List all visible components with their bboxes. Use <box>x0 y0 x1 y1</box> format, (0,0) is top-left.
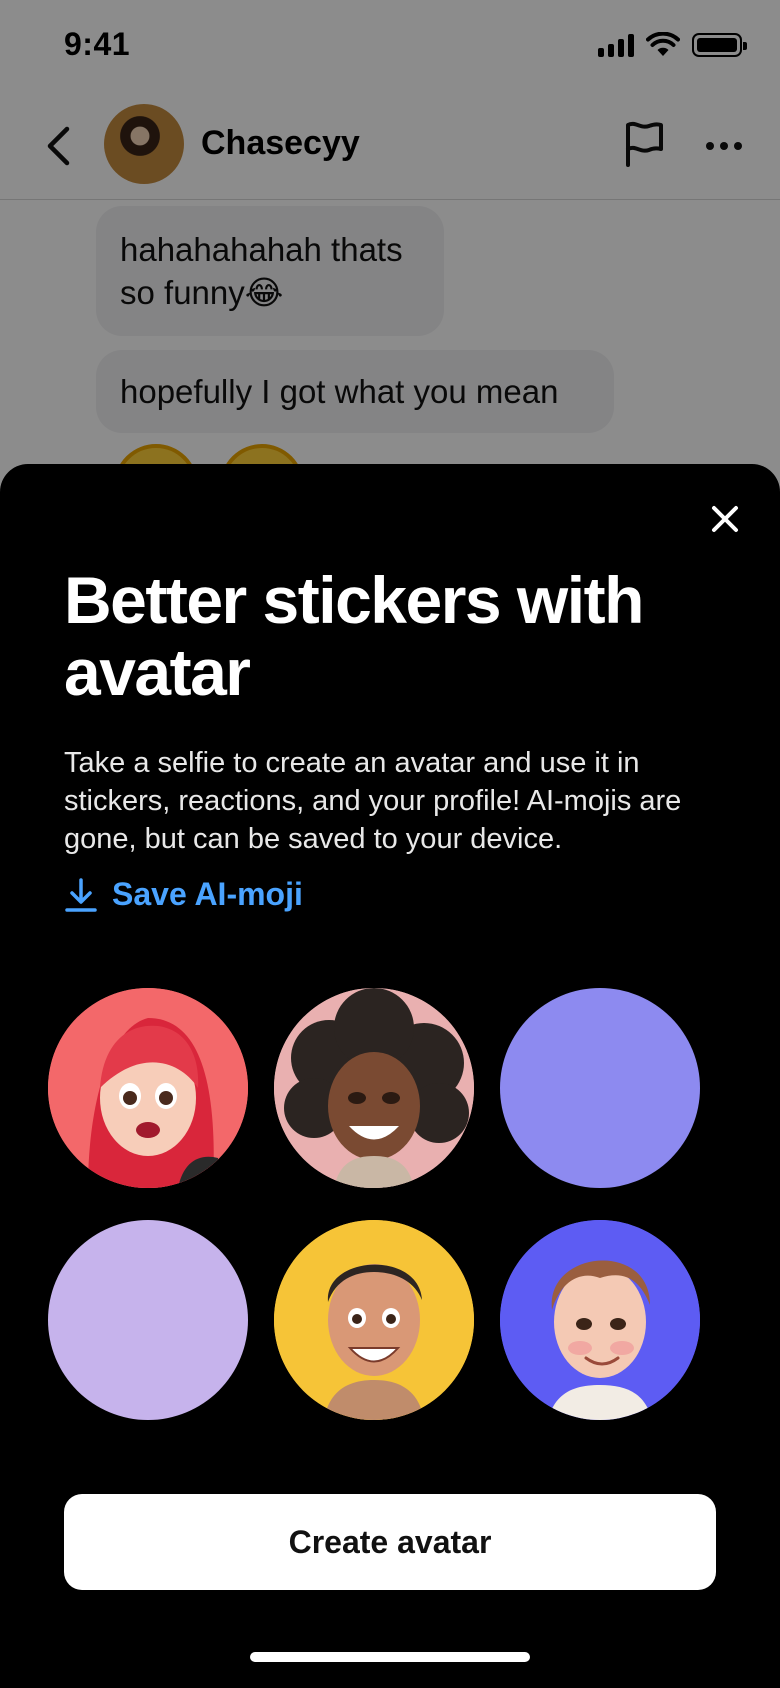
avatar-preview-empty-periwinkle <box>500 988 700 1188</box>
home-indicator[interactable] <box>250 1652 530 1662</box>
avatar-preview-curly-hair <box>274 988 474 1188</box>
avatar-preview-smiling-man <box>274 1220 474 1420</box>
close-icon <box>712 506 738 532</box>
sheet-description: Take a selfie to create an avatar and us… <box>64 747 682 855</box>
avatar-preview-red-hair <box>48 988 248 1188</box>
close-button[interactable] <box>700 494 750 544</box>
avatar-preview-empty-lavender <box>48 1220 248 1420</box>
avatar-preview-grid <box>0 968 780 1458</box>
create-avatar-button[interactable]: Create avatar <box>64 1494 716 1590</box>
save-ai-moji-link[interactable]: Save AI-moji <box>64 876 303 913</box>
download-icon <box>64 877 98 913</box>
save-link-label: Save AI-moji <box>112 876 303 912</box>
avatar-promo-sheet: Better stickers with avatar Take a selfi… <box>0 464 780 1688</box>
sheet-title: Better stickers with avatar <box>64 563 644 709</box>
avatar-preview-brown-hair <box>500 1220 700 1420</box>
